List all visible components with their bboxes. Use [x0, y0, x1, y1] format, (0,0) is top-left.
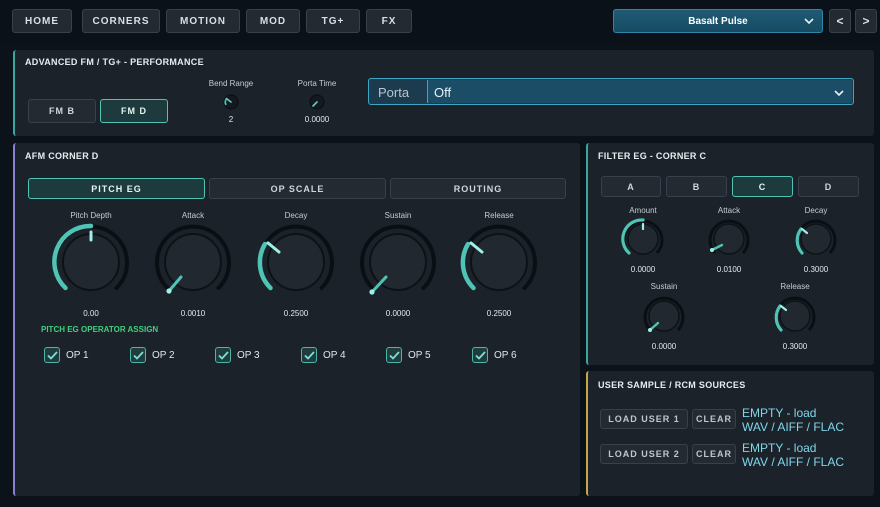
sustain-knob[interactable] [358, 222, 438, 296]
porta-value: Off [434, 85, 452, 100]
porta-label: Porta [378, 85, 410, 100]
clear-user-2-button[interactable]: CLEAR [692, 444, 736, 464]
corner-d-button[interactable]: D [798, 176, 859, 197]
tab-routing[interactable]: ROUTING [390, 178, 566, 199]
fm-d-button[interactable]: FM D [100, 99, 168, 123]
corner-b-button[interactable]: B [666, 176, 727, 197]
user-1-status-line1: EMPTY - load [742, 406, 817, 420]
tab-motion[interactable]: MOTION [166, 9, 240, 33]
check-icon [44, 347, 60, 363]
chevron-down-icon [804, 18, 814, 25]
filter-attack-value: 0.0100 [716, 265, 742, 274]
pitch-depth-value: 0.00 [83, 309, 99, 318]
op-6-checkbox[interactable]: OP 6 [472, 347, 517, 363]
decay-label: Decay [284, 211, 308, 220]
user-2-status-line2: WAV / AIFF / FLAC [742, 455, 845, 469]
op-3-label: OP 3 [237, 349, 260, 361]
check-icon [301, 347, 317, 363]
release-knob[interactable] [459, 222, 539, 296]
release-value: 0.2500 [486, 309, 512, 318]
filter-attack-knob[interactable] [707, 217, 751, 259]
decay-knob[interactable] [256, 222, 336, 296]
tab-mod[interactable]: MOD [246, 9, 300, 33]
attack-knob[interactable] [153, 222, 233, 296]
filter-amount-knob[interactable] [621, 217, 665, 259]
check-icon [386, 347, 402, 363]
sustain-label: Sustain [384, 211, 412, 220]
chevron-down-icon [834, 90, 844, 97]
filter-attack-label: Attack [717, 206, 741, 215]
user-1-status: EMPTY - load WAV / AIFF / FLAC [742, 406, 844, 434]
bend-range-label: Bend Range [208, 79, 254, 88]
operator-assign-title: PITCH EG OPERATOR ASSIGN [41, 325, 159, 334]
pitch-depth-knob[interactable] [51, 222, 131, 296]
performance-title: ADVANCED FM / TG+ - PERFORMANCE [25, 57, 204, 67]
check-icon [130, 347, 146, 363]
decay-value: 0.2500 [283, 309, 309, 318]
filter-eg-title: FILTER EG - CORNER C [598, 151, 707, 161]
porta-select[interactable]: Off [427, 80, 852, 103]
user-1-status-line2: WAV / AIFF / FLAC [742, 420, 845, 434]
filter-decay-label: Decay [804, 206, 828, 215]
release-label: Release [484, 211, 514, 220]
filter-sustain-label: Sustain [650, 282, 678, 291]
bend-range-knob[interactable] [222, 93, 240, 111]
op-1-checkbox[interactable]: OP 1 [44, 347, 89, 363]
next-preset-button[interactable]: > [855, 9, 877, 33]
tab-home[interactable]: HOME [12, 9, 72, 33]
op-1-label: OP 1 [66, 349, 89, 361]
check-icon [472, 347, 488, 363]
afm-title: AFM CORNER D [25, 151, 99, 161]
user-2-status: EMPTY - load WAV / AIFF / FLAC [742, 441, 844, 469]
porta-time-value: 0.0000 [304, 115, 330, 124]
fm-b-button[interactable]: FM B [28, 99, 96, 123]
filter-decay-knob[interactable] [794, 217, 838, 259]
filter-release-value: 0.3000 [782, 342, 808, 351]
tab-corners[interactable]: CORNERS [82, 9, 160, 33]
op-4-checkbox[interactable]: OP 4 [301, 347, 346, 363]
filter-decay-value: 0.3000 [803, 265, 829, 274]
filter-amount-label: Amount [629, 206, 657, 215]
corner-a-button[interactable]: A [601, 176, 661, 197]
check-icon [215, 347, 231, 363]
pitch-depth-label: Pitch Depth [70, 211, 112, 220]
prev-preset-button[interactable]: < [829, 9, 851, 33]
preset-selector[interactable]: Basalt Pulse [613, 9, 823, 33]
filter-release-knob[interactable] [773, 294, 817, 336]
op-3-checkbox[interactable]: OP 3 [215, 347, 260, 363]
filter-sustain-knob[interactable] [642, 294, 686, 336]
sustain-value: 0.0000 [385, 309, 411, 318]
op-5-label: OP 5 [408, 349, 431, 361]
op-2-label: OP 2 [152, 349, 175, 361]
tab-pitch-eg[interactable]: PITCH EG [28, 178, 205, 199]
attack-value: 0.0010 [180, 309, 206, 318]
user-2-status-line1: EMPTY - load [742, 441, 817, 455]
tab-fx[interactable]: FX [366, 9, 412, 33]
filter-amount-value: 0.0000 [630, 265, 656, 274]
sources-title: USER SAMPLE / RCM SOURCES [598, 380, 746, 390]
clear-user-1-button[interactable]: CLEAR [692, 409, 736, 429]
preset-name: Basalt Pulse [688, 15, 748, 27]
bend-range-value: 2 [228, 115, 234, 124]
filter-sustain-value: 0.0000 [651, 342, 677, 351]
load-user-2-button[interactable]: LOAD USER 2 [600, 444, 688, 464]
porta-dropdown[interactable]: Porta Off [368, 78, 854, 105]
op-6-label: OP 6 [494, 349, 517, 361]
tab-op-scale[interactable]: OP SCALE [209, 178, 386, 199]
filter-release-label: Release [780, 282, 810, 291]
load-user-1-button[interactable]: LOAD USER 1 [600, 409, 688, 429]
op-4-label: OP 4 [323, 349, 346, 361]
porta-time-label: Porta Time [297, 79, 337, 88]
op-5-checkbox[interactable]: OP 5 [386, 347, 431, 363]
op-2-checkbox[interactable]: OP 2 [130, 347, 175, 363]
attack-label: Attack [181, 211, 205, 220]
porta-time-knob[interactable] [308, 93, 326, 111]
top-bar: HOME CORNERS MOTION MOD TG+ FX Basalt Pu… [0, 0, 880, 44]
corner-c-button[interactable]: C [732, 176, 793, 197]
tab-tg-plus[interactable]: TG+ [306, 9, 360, 33]
